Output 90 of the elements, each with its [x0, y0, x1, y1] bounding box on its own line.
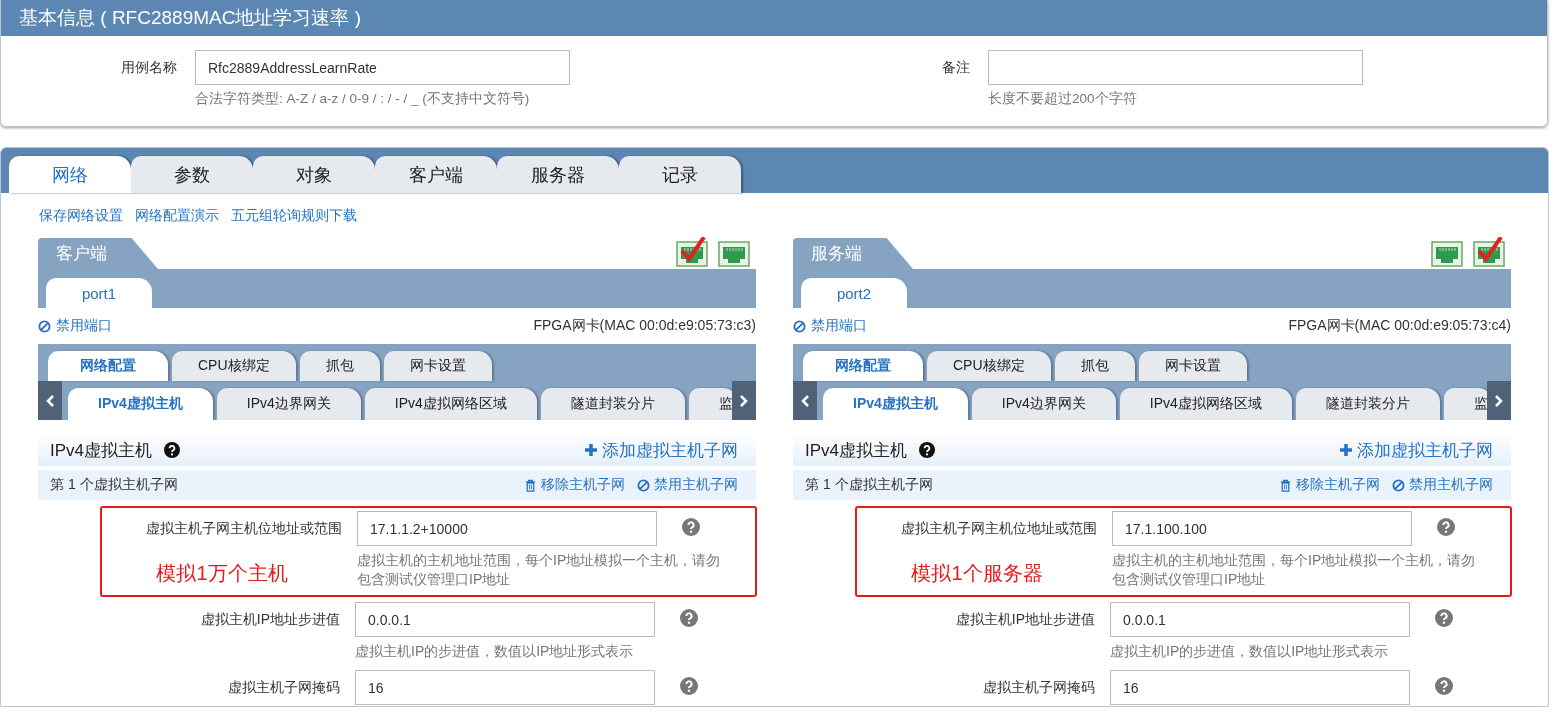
section-title: IPv4虚拟主机 [805, 439, 908, 462]
disable-icon [1392, 478, 1405, 492]
tab[interactable]: IPv4虚拟主机 [68, 388, 213, 420]
disable-icon [793, 319, 806, 333]
input-field[interactable]: Rfc2889AddressLearnRate [195, 50, 570, 85]
network-port-check-icon[interactable] [676, 237, 708, 267]
tab[interactable]: 监 [688, 388, 732, 420]
tab[interactable]: 网卡设置 [383, 351, 492, 381]
tab[interactable]: IPv4虚拟网络区域 [364, 388, 537, 420]
tab[interactable]: 隧道封装分片 [1295, 388, 1440, 420]
tab[interactable]: CPU核绑定 [172, 351, 296, 381]
disable-port-link[interactable]: 禁用端口 [793, 317, 867, 335]
subnet-title: 第 1 个虚拟主机子网 [805, 476, 933, 494]
input-field[interactable] [988, 50, 1363, 85]
scroll-left-button[interactable] [38, 381, 62, 420]
tab[interactable]: IPv4边界网关 [971, 388, 1116, 420]
subnet-title: 第 1 个虚拟主机子网 [50, 476, 178, 494]
tab[interactable]: 网络配置 [48, 351, 168, 381]
tab[interactable]: 参数 [131, 156, 253, 193]
add-subnet-link[interactable]: 添加虚拟主机子网 [584, 438, 738, 462]
chevron-right-icon [739, 393, 749, 408]
field-label: 备注 [941, 58, 971, 77]
input-field[interactable]: 17.1.1.2+10000 [357, 511, 657, 546]
input-field[interactable]: 16 [355, 670, 655, 705]
nic-info: FPGA网卡(MAC 00:0d:e9:05:73:c4) [1288, 317, 1511, 335]
tab[interactable]: 抓包 [1054, 351, 1135, 381]
tab[interactable]: IPv4虚拟网络区域 [1119, 388, 1292, 420]
field-hint: 虚拟主机IP的步进值，数值以IP地址形式表示 [1110, 642, 1390, 661]
plus-icon [584, 443, 598, 457]
input-field[interactable]: 0.0.0.1 [1110, 602, 1410, 637]
field-label: 虚拟主机子网主机位地址或范围 [146, 519, 342, 538]
annotation-text: 模拟1万个主机 [156, 561, 288, 586]
tab[interactable]: port2 [801, 278, 907, 308]
scroll-left-button[interactable] [793, 381, 817, 420]
annotation-text: 模拟1个服务器 [911, 561, 1043, 586]
tab[interactable]: 隧道封装分片 [540, 388, 685, 420]
help-icon[interactable] [919, 442, 936, 458]
input-field[interactable]: 0.0.0.1 [355, 602, 655, 637]
field-label: 用例名称 [120, 58, 178, 77]
scroll-right-button[interactable] [732, 381, 756, 420]
field-label: 虚拟主机IP地址步进值 [955, 610, 1095, 629]
chevron-left-icon [800, 393, 810, 408]
add-subnet-link[interactable]: 添加虚拟主机子网 [1339, 438, 1493, 462]
panel-title: 客户端 [56, 243, 107, 265]
tab[interactable]: 网卡设置 [1138, 351, 1247, 381]
scroll-right-button[interactable] [1487, 381, 1511, 420]
chevron-right-icon [1494, 393, 1504, 408]
link[interactable]: 保存网络设置 [39, 207, 123, 231]
section-title: IPv4虚拟主机 [50, 439, 153, 462]
disable-port-link[interactable]: 禁用端口 [38, 317, 112, 335]
tab[interactable]: IPv4虚拟主机 [823, 388, 968, 420]
disable-subnet-link[interactable]: 禁用主机子网 [1392, 476, 1493, 494]
field-hint: 虚拟主机IP的步进值，数值以IP地址形式表示 [355, 642, 635, 661]
nic-info: FPGA网卡(MAC 00:0d:e9:05:73:c3) [533, 317, 756, 335]
tab[interactable]: IPv4边界网关 [216, 388, 361, 420]
trash-icon [524, 478, 537, 492]
field-hint: 虚拟主机的主机地址范围，每个IP地址模拟一个主机，请勿包含测试仪管理口IP地址 [357, 551, 722, 589]
link[interactable]: 网络配置演示 [135, 207, 219, 231]
disable-icon [38, 319, 51, 333]
tab[interactable]: 对象 [253, 156, 375, 193]
field-hint: 虚拟主机的主机地址范围，每个IP地址模拟一个主机，请勿包含测试仪管理口IP地址 [1112, 551, 1477, 589]
tab[interactable]: port1 [46, 278, 152, 308]
tab[interactable]: 记录 [619, 156, 741, 193]
tab[interactable]: 客户端 [375, 156, 497, 193]
help-icon[interactable] [164, 442, 181, 458]
link[interactable]: 五元组轮询规则下载 [231, 207, 357, 231]
field-label: 虚拟主机子网掩码 [983, 678, 1095, 697]
field-label: 虚拟主机IP地址步进值 [200, 610, 340, 629]
panel-title: 服务端 [811, 243, 862, 265]
remove-subnet-link[interactable]: 移除主机子网 [524, 476, 625, 494]
tab[interactable]: CPU核绑定 [927, 351, 1051, 381]
plus-icon [1339, 443, 1353, 457]
tab[interactable]: 网络配置 [803, 351, 923, 381]
trash-icon [1279, 478, 1292, 492]
card-title: 基本信息 ( RFC2889MAC地址学习速率 ) [19, 6, 362, 30]
chevron-left-icon [45, 393, 55, 408]
input-field[interactable]: 16 [1110, 670, 1410, 705]
remove-subnet-link[interactable]: 移除主机子网 [1279, 476, 1380, 494]
input-field[interactable]: 17.1.100.100 [1112, 511, 1412, 546]
disable-subnet-link[interactable]: 禁用主机子网 [637, 476, 738, 494]
field-label: 虚拟主机子网掩码 [228, 678, 340, 697]
field-hint: 长度不要超过200个字符 [988, 90, 1138, 108]
network-port-check-icon[interactable] [1473, 237, 1505, 267]
disable-icon [637, 478, 650, 492]
tab[interactable]: 网络 [9, 156, 131, 193]
tab[interactable]: 监 [1443, 388, 1487, 420]
tab[interactable]: 抓包 [299, 351, 380, 381]
field-hint: 合法字符类型: A-Z / a-z / 0-9 / : / - / _ (不支持中文符号) [195, 90, 531, 108]
tab[interactable]: 服务器 [497, 156, 619, 193]
field-label: 虚拟主机子网主机位地址或范围 [901, 519, 1097, 538]
